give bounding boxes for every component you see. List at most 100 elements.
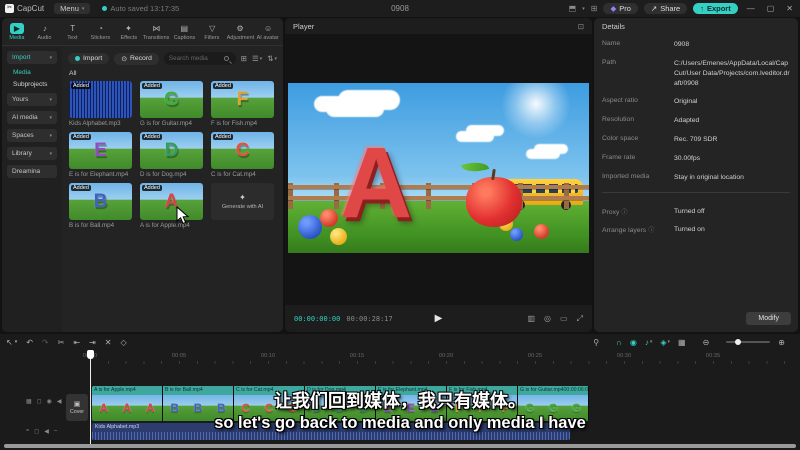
sidebar-item-import[interactable]: Import ▾ xyxy=(7,51,57,64)
media-item[interactable]: Added C C is for Cat.mp4 xyxy=(211,132,274,178)
panel-toggle-icon[interactable]: ⊞ xyxy=(591,4,598,13)
media-item[interactable]: Added F F is for Fish.mp4 xyxy=(211,81,274,127)
sort-icon[interactable]: ⇅ ▾ xyxy=(267,54,277,63)
sidebar-item-dreamina[interactable]: Dreamina xyxy=(7,165,57,178)
keyframe-icon[interactable]: ◇ xyxy=(120,338,126,347)
zoom-out-icon[interactable]: ⊖ xyxy=(703,338,710,347)
import-button[interactable]: Import xyxy=(68,53,110,64)
sparkle-icon: ✦ xyxy=(239,193,246,202)
fence xyxy=(288,183,589,209)
auto-link-icon[interactable]: ◉ xyxy=(630,338,637,347)
grid-view-icon[interactable]: ⊞ xyxy=(241,54,247,63)
select-tool-icon[interactable]: ↖ xyxy=(6,338,13,347)
sun-flare xyxy=(501,83,571,139)
mirror-preview-icon[interactable]: ▥ xyxy=(527,314,535,324)
apple xyxy=(460,157,522,227)
subtitle-chinese: 让我们回到媒体，我只有媒体。 xyxy=(274,391,526,411)
playhead-handle[interactable] xyxy=(87,350,94,359)
tab-ai-avatar[interactable]: ☺ AI avatar xyxy=(254,23,282,41)
tab-stickers[interactable]: ◔ Stickers xyxy=(87,23,115,41)
added-badge: Added xyxy=(142,134,162,140)
detail-row-arrange-layers: Arrange layers ⓘ Turned on xyxy=(602,226,705,235)
magnetic-snap-icon[interactable]: ∩ xyxy=(616,338,622,347)
layout-toggle-icon[interactable]: ⬒ xyxy=(569,4,577,13)
preview-frames-icon[interactable]: ▦ xyxy=(678,338,686,347)
sidebar-item-media[interactable]: Media xyxy=(13,69,57,76)
tab-audio[interactable]: ♪ Audio xyxy=(31,23,59,41)
tab-filters[interactable]: ▽ Filters xyxy=(198,23,226,41)
zoom-in-icon[interactable]: ⊕ xyxy=(778,338,785,347)
info-icon[interactable]: ⓘ xyxy=(621,210,627,216)
sidebar-item-subprojects[interactable]: Subprojects xyxy=(13,81,57,88)
video-preview[interactable]: A xyxy=(288,83,589,253)
menu-button[interactable]: Menu ▾ xyxy=(54,3,91,14)
record-button[interactable]: ⊙ Record xyxy=(114,52,159,65)
chevron-down-icon: ▾ xyxy=(81,5,85,12)
detail-row-color-space: Color space Rec. 709 SDR xyxy=(602,135,718,144)
ratio-icon[interactable]: ▭ xyxy=(560,314,568,324)
cloud xyxy=(326,101,384,117)
share-button[interactable]: ↗ Share xyxy=(643,3,688,14)
media-item[interactable]: Added B B is for Ball.mp4 xyxy=(69,183,132,229)
tab-effects[interactable]: ✦ Effects xyxy=(115,23,143,41)
tab-media[interactable]: ▶ Media xyxy=(3,22,31,41)
trim-left-icon[interactable]: ⇤ xyxy=(73,338,80,347)
float-panel-icon[interactable]: ⊡ xyxy=(578,22,584,31)
audio-levels-icon[interactable]: ♪ ▾ xyxy=(645,338,653,347)
app-name: CapCut xyxy=(17,4,45,13)
search-input[interactable] xyxy=(168,55,221,62)
delete-icon[interactable]: ✕ xyxy=(105,338,112,347)
tab-adjustment[interactable]: ⚙ Adjustment xyxy=(226,23,254,41)
media-item-audio[interactable]: Added Kids Alphabet.mp3 xyxy=(69,81,132,127)
audio-thumbnail[interactable]: Added xyxy=(69,81,132,118)
layout-caret-icon[interactable]: ▾ xyxy=(582,6,585,12)
detail-row-path: Path C:/Users/Emenes/AppData/Local/CapCut… xyxy=(602,58,790,87)
select-tool-caret-icon[interactable]: ▾ xyxy=(15,339,18,345)
added-badge: Added xyxy=(71,134,91,140)
media-item-apple[interactable]: Added A A is for Apple.mp4 xyxy=(140,183,203,229)
tab-captions[interactable]: ▤ Captions xyxy=(170,23,198,41)
media-item[interactable]: Added E E is for Elephant.mp4 xyxy=(69,132,132,178)
timeline-ruler[interactable]: 00:00 00:05 00:10 00:15 00:20 00:25 00:3… xyxy=(0,350,800,364)
split-icon[interactable]: ✂ xyxy=(58,338,65,347)
player-stage: A xyxy=(285,34,592,305)
generate-with-ai-card[interactable]: ✦ Generate with AI xyxy=(211,183,274,229)
search-box[interactable] xyxy=(163,52,236,65)
sidebar-item-spaces[interactable]: Spaces ▾ xyxy=(7,129,57,142)
redo-icon[interactable]: ↷ xyxy=(42,338,49,347)
trim-right-icon[interactable]: ⇥ xyxy=(89,338,96,347)
sidebar-item-yours[interactable]: Yours ▾ xyxy=(7,93,57,106)
minimize-button[interactable]: — xyxy=(744,4,758,13)
export-button[interactable]: ↑ Export xyxy=(693,3,738,14)
modify-button[interactable]: Modify xyxy=(746,312,791,325)
close-button[interactable]: ✕ xyxy=(783,4,796,13)
list-view-icon[interactable]: ☰ ▾ xyxy=(252,54,262,63)
capcut-logo-icon: ✂ xyxy=(5,4,14,13)
media-item[interactable]: Added G G is for Guitar.mp4 xyxy=(140,81,203,127)
undo-icon[interactable]: ↶ xyxy=(26,338,33,347)
maximize-button[interactable]: ▢ xyxy=(764,4,778,13)
info-icon[interactable]: ⓘ xyxy=(648,228,654,234)
sidebar-item-ai-media[interactable]: AI media ▾ xyxy=(7,111,57,124)
media-item[interactable]: Added D D is for Dog.mp4 xyxy=(140,132,203,178)
voiceover-icon[interactable]: ⚲ xyxy=(593,338,599,347)
slider-knob[interactable] xyxy=(735,339,742,345)
filter-all-label[interactable]: All xyxy=(62,68,283,79)
added-badge: Added xyxy=(213,83,233,89)
sidebar-item-library[interactable]: Library ▾ xyxy=(7,147,57,160)
quality-icon[interactable]: ◎ xyxy=(544,314,551,324)
detail-row-proxy: Proxy ⓘ Turned off xyxy=(602,207,705,216)
tab-transitions[interactable]: ⋈ Transitions xyxy=(142,23,170,41)
fullscreen-icon[interactable]: ⤢ xyxy=(577,314,583,324)
captions-icon: ▤ xyxy=(180,23,189,33)
timeline-zoom-slider[interactable] xyxy=(726,339,771,345)
play-button[interactable]: ▶ xyxy=(435,313,443,324)
added-badge: Added xyxy=(142,185,162,191)
tab-text[interactable]: T Text xyxy=(59,23,87,41)
leaf xyxy=(460,157,490,177)
pro-button[interactable]: ◆ Pro xyxy=(603,3,638,14)
added-badge: Added xyxy=(213,134,233,140)
horizontal-scrollbar[interactable] xyxy=(4,444,796,448)
details-panel: Details Name 0908 Path C:/Users/Emenes/App… xyxy=(594,18,798,332)
preview-axis-icon[interactable]: ◈ ▾ xyxy=(660,338,670,347)
